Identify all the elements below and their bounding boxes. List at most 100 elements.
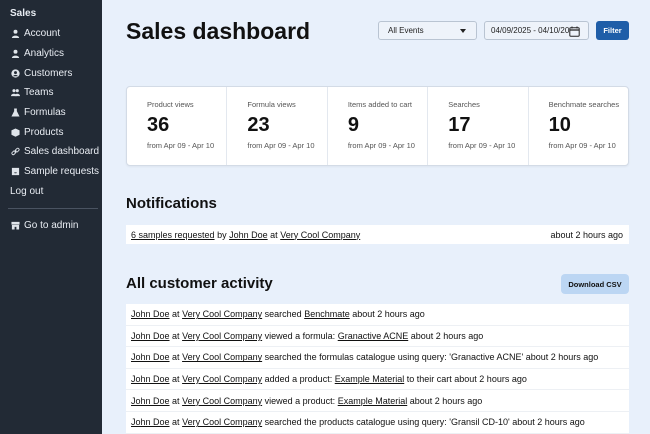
- sidebar-item-label: Customers: [24, 67, 73, 79]
- go-to-admin-label: Go to admin: [24, 220, 79, 232]
- company-link[interactable]: Very Cool Company: [182, 396, 262, 406]
- stat-range: from Apr 09 - Apr 10: [147, 141, 215, 150]
- activity-target-link[interactable]: Example Material: [338, 396, 408, 406]
- stat-value: 17: [448, 114, 471, 136]
- logout-label: Log out: [10, 185, 44, 197]
- samples-link[interactable]: 6 samples requested: [131, 230, 215, 240]
- sidebar-item-label: Products: [24, 126, 64, 138]
- sidebar-admin: Go to admin: [0, 216, 102, 236]
- activity-target-link[interactable]: Example Material: [335, 374, 405, 384]
- activity-action: searched the formulas catalogue using qu…: [264, 352, 599, 363]
- user-link[interactable]: John Doe: [131, 374, 170, 384]
- sidebar-item-sales-dashboard[interactable]: Sales dashboard: [0, 142, 102, 162]
- company-link[interactable]: Very Cool Company: [182, 352, 262, 362]
- activity-suffix: to their cart about 2 hours ago: [406, 374, 527, 385]
- activity-list: John Doe at Very Cool Company searched B…: [126, 304, 629, 434]
- sidebar-item-label: Teams: [24, 87, 54, 99]
- activity-row: John Doe at Very Cool Company viewed a f…: [126, 326, 629, 348]
- stat-benchmate-searches: Benchmate searches 10 from Apr 09 - Apr …: [527, 87, 628, 165]
- sidebar-nav: Account Analytics Customers Teams Formul…: [0, 24, 102, 201]
- go-to-admin-link[interactable]: Go to admin: [0, 216, 102, 236]
- company-link[interactable]: Very Cool Company: [182, 417, 262, 427]
- stat-formula-views: Formula views 23 from Apr 09 - Apr 10: [226, 87, 326, 165]
- activity-at: at: [172, 352, 180, 363]
- activity-title: All customer activity: [126, 275, 273, 292]
- user-link[interactable]: John Doe: [131, 417, 170, 427]
- box-icon: [10, 127, 20, 137]
- activity-row: John Doe at Very Cool Company searched t…: [126, 412, 629, 434]
- sidebar-item-products[interactable]: Products: [0, 122, 102, 142]
- user-link[interactable]: John Doe: [229, 230, 268, 240]
- activity-suffix: about 2 hours ago: [352, 309, 425, 320]
- flask-icon: [10, 108, 20, 118]
- activity-at: at: [172, 395, 180, 406]
- store-icon: [10, 221, 20, 231]
- sidebar-item-label: Account: [24, 28, 61, 40]
- activity-action: added a product:: [264, 374, 333, 385]
- sidebar: Sales Account Analytics Customers Teams …: [0, 0, 102, 434]
- user-link[interactable]: John Doe: [131, 331, 170, 341]
- caret-down-icon: [460, 29, 466, 33]
- user-link[interactable]: John Doe: [131, 352, 170, 362]
- activity-at: at: [172, 309, 180, 320]
- sidebar-item-teams[interactable]: Teams: [0, 83, 102, 103]
- user-link[interactable]: John Doe: [131, 309, 170, 319]
- company-link[interactable]: Very Cool Company: [182, 331, 262, 341]
- sidebar-item-sample-requests[interactable]: Sample requests: [0, 162, 102, 182]
- company-link[interactable]: Very Cool Company: [280, 230, 360, 240]
- activity-row: John Doe at Very Cool Company searched B…: [126, 304, 629, 326]
- user-icon: [10, 49, 20, 59]
- activity-action: viewed a product:: [264, 395, 336, 406]
- download-csv-button[interactable]: Download CSV: [561, 274, 629, 294]
- stat-value: 23: [247, 114, 270, 136]
- activity-row: John Doe at Very Cool Company searched t…: [126, 347, 629, 369]
- sidebar-item-analytics[interactable]: Analytics: [0, 44, 102, 64]
- sidebar-item-account[interactable]: Account: [0, 24, 102, 44]
- activity-row: John Doe at Very Cool Company viewed a p…: [126, 390, 629, 412]
- company-link[interactable]: Very Cool Company: [182, 309, 262, 319]
- filter-button[interactable]: Filter: [596, 21, 629, 40]
- sidebar-item-customers[interactable]: Customers: [0, 63, 102, 83]
- stat-range: from Apr 09 - Apr 10: [448, 141, 516, 150]
- sidebar-item-label: Formulas: [24, 107, 66, 119]
- link-icon: [10, 147, 20, 157]
- notifications-title: Notifications: [126, 195, 217, 212]
- date-range-value: 04/09/2025 - 04/10/2025: [491, 26, 569, 35]
- users-icon: [10, 88, 20, 98]
- notification-row: 6 samples requested by John Doe at Very …: [126, 225, 629, 244]
- user-circle-icon: [10, 68, 20, 78]
- event-select-value: All Events: [388, 26, 424, 35]
- activity-target-link[interactable]: Granactive ACNE: [338, 331, 409, 341]
- activity-suffix: about 2 hours ago: [410, 330, 484, 341]
- event-type-select[interactable]: All Events: [378, 21, 477, 40]
- stats-card: Product views 36 from Apr 09 - Apr 10 Fo…: [126, 86, 629, 166]
- notification-at: at: [270, 229, 278, 240]
- activity-at: at: [172, 417, 180, 428]
- sidebar-item-label: Sample requests: [24, 166, 100, 178]
- notification-time: about 2 hours ago: [550, 230, 623, 240]
- stat-label: Product views: [147, 100, 194, 109]
- page-title: Sales dashboard: [126, 18, 311, 44]
- stat-range: from Apr 09 - Apr 10: [548, 141, 616, 150]
- activity-at: at: [172, 374, 180, 385]
- company-link[interactable]: Very Cool Company: [182, 374, 262, 384]
- stat-value: 10: [548, 114, 571, 136]
- user-link[interactable]: John Doe: [131, 396, 170, 406]
- activity-at: at: [172, 330, 180, 341]
- activity-action: searched: [264, 309, 302, 320]
- stat-product-views: Product views 36 from Apr 09 - Apr 10: [127, 87, 226, 165]
- activity-row: John Doe at Very Cool Company added a pr…: [126, 369, 629, 391]
- stat-items-added-to-cart: Items added to cart 9 from Apr 09 - Apr …: [326, 87, 427, 165]
- stat-searches: Searches 17 from Apr 09 - Apr 10: [427, 87, 527, 165]
- date-range-input[interactable]: 04/09/2025 - 04/10/2025: [484, 21, 589, 40]
- calendar-icon[interactable]: [569, 26, 580, 39]
- logout-link[interactable]: Log out: [0, 182, 102, 202]
- sidebar-item-label: Sales dashboard: [24, 146, 100, 158]
- activity-action: viewed a formula:: [264, 330, 336, 341]
- activity-target-link[interactable]: Benchmate: [304, 309, 350, 319]
- sidebar-item-formulas[interactable]: Formulas: [0, 103, 102, 123]
- sidebar-divider: [8, 208, 98, 209]
- stat-label: Items added to cart: [347, 100, 413, 109]
- activity-action: searched the products catalogue using qu…: [264, 417, 585, 428]
- stat-range: from Apr 09 - Apr 10: [247, 141, 315, 150]
